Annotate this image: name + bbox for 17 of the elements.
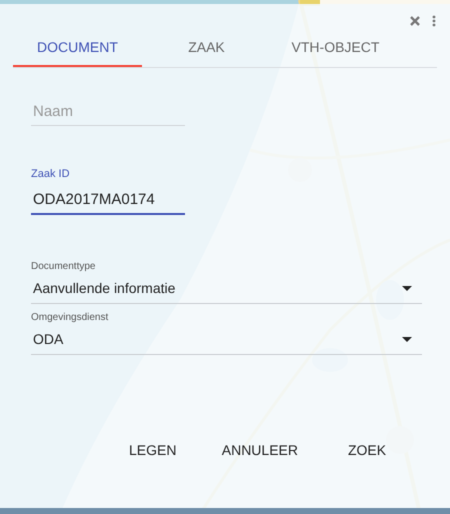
select-field[interactable]: Aanvullende informatie [31, 274, 422, 304]
field-label: Zaak ID [31, 167, 71, 182]
input-field[interactable]: Naam [31, 98, 185, 126]
select-label: Omgevingsdienst [31, 310, 110, 324]
action-button[interactable]: ANNULEER [214, 434, 306, 466]
close-icon[interactable] [410, 16, 420, 26]
dropdown-icon [402, 336, 412, 342]
tab[interactable]: DOCUMENT [13, 30, 142, 67]
tab[interactable]: VTH-OBJECT [271, 30, 400, 67]
more-icon[interactable] [432, 15, 436, 27]
select-label: Documenttype [31, 260, 96, 274]
tab[interactable]: ZAAK [142, 30, 271, 67]
select-field[interactable]: ODA [31, 324, 422, 354]
action-button[interactable]: ZOEK [324, 434, 410, 466]
action-button[interactable]: LEGEN [110, 434, 196, 466]
input-field[interactable]: ODA2017MA0174 [31, 186, 185, 214]
dropdown-icon [402, 286, 412, 290]
